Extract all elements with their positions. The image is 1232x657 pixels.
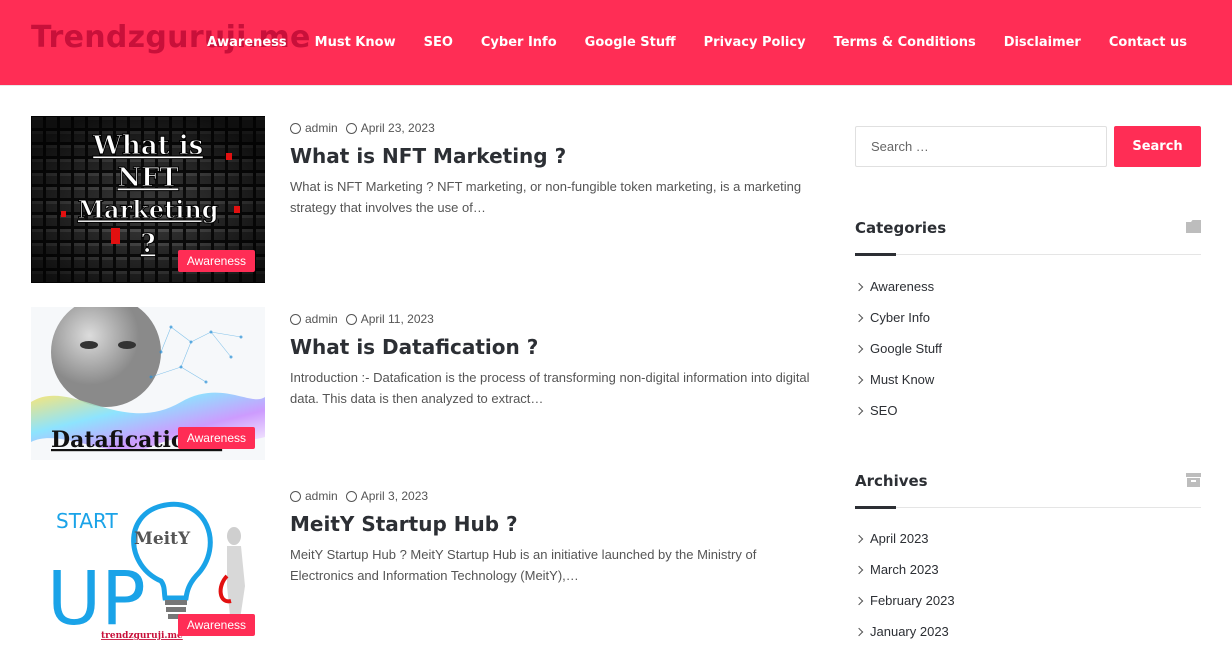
- nav-item-must-know[interactable]: Must Know: [315, 35, 396, 50]
- widget-divider: [855, 507, 1201, 508]
- archives-list: April 2023 March 2023 February 2023 Janu…: [854, 523, 955, 647]
- post-author[interactable]: admin: [305, 489, 338, 503]
- thumb-text-meity: MeitY: [134, 529, 191, 549]
- post-card: Datafication ? Awareness admin April 11,…: [31, 307, 811, 461]
- categories-list: Awareness Cyber Info Google Stuff Must K…: [854, 271, 942, 426]
- post-meta: admin April 23, 2023: [290, 121, 435, 135]
- nav-item-cyber-info[interactable]: Cyber Info: [481, 35, 557, 50]
- nav-item-google-stuff[interactable]: Google Stuff: [585, 35, 676, 50]
- search-input[interactable]: [855, 126, 1107, 167]
- site-header: Trendzguruji.me Awareness Must Know SEO …: [0, 0, 1232, 86]
- thumb-text-what-is: What is: [92, 131, 204, 161]
- widget-divider-accent: [855, 253, 896, 256]
- archives-widget-title: Archives: [855, 472, 928, 490]
- search-button[interactable]: Search: [1114, 126, 1201, 167]
- category-badge[interactable]: Awareness: [177, 614, 255, 636]
- post-meta: admin April 11, 2023: [290, 312, 434, 326]
- post-date: April 11, 2023: [360, 312, 434, 326]
- post-excerpt: MeitY Startup Hub ? MeitY Startup Hub is…: [290, 547, 757, 583]
- category-link[interactable]: Cyber Info: [854, 302, 942, 333]
- categories-widget-title: Categories: [855, 219, 947, 237]
- post-card: What is NFT Marketing ? Awareness admin …: [31, 116, 811, 284]
- post-author[interactable]: admin: [305, 312, 338, 326]
- thumb-text-watermark: trendzguruji.me: [101, 631, 183, 641]
- thumb-text-question: ?: [140, 229, 155, 259]
- archive-icon: [1186, 473, 1201, 487]
- clock-icon: [345, 313, 357, 325]
- nav-item-awareness[interactable]: Awareness: [207, 35, 287, 50]
- nav-item-privacy-policy[interactable]: Privacy Policy: [704, 35, 806, 50]
- post-card: START UP MeitY trendzguruji.me Awareness…: [31, 486, 811, 646]
- nav-item-disclaimer[interactable]: Disclaimer: [1004, 35, 1081, 50]
- clock-icon: [345, 490, 357, 502]
- category-link[interactable]: Must Know: [854, 364, 942, 395]
- chevron-right-icon: [854, 344, 864, 353]
- chevron-right-icon: [854, 282, 864, 291]
- chevron-right-icon: [854, 375, 864, 384]
- post-thumbnail[interactable]: What is NFT Marketing ? Awareness: [31, 116, 265, 283]
- post-date: April 23, 2023: [360, 121, 435, 135]
- category-link[interactable]: Awareness: [854, 271, 942, 302]
- chevron-right-icon: [854, 596, 864, 605]
- nav-item-contact-us[interactable]: Contact us: [1109, 35, 1187, 50]
- widget-divider-accent: [855, 506, 896, 509]
- post-title[interactable]: What is Datafication ?: [290, 335, 538, 359]
- folder-icon: [1186, 220, 1201, 233]
- post-excerpt: Introduction :- Datafication is the proc…: [290, 370, 810, 406]
- chevron-right-icon: [854, 313, 864, 322]
- chevron-right-icon: [854, 565, 864, 574]
- category-link[interactable]: Google Stuff: [854, 333, 942, 364]
- category-badge[interactable]: Awareness: [177, 427, 255, 449]
- main-nav: Awareness Must Know SEO Cyber Info Googl…: [179, 0, 1187, 84]
- user-icon: [290, 313, 301, 325]
- archive-link[interactable]: February 2023: [854, 585, 955, 616]
- post-title[interactable]: What is NFT Marketing ?: [290, 144, 566, 168]
- category-link[interactable]: SEO: [854, 395, 942, 426]
- archive-link[interactable]: April 2023: [854, 523, 955, 554]
- widget-divider: [855, 254, 1201, 255]
- archive-link[interactable]: January 2023: [854, 616, 955, 647]
- nav-item-terms[interactable]: Terms & Conditions: [834, 35, 976, 50]
- thumb-text-nft: NFT: [117, 163, 179, 193]
- post-date: April 3, 2023: [360, 489, 429, 503]
- user-icon: [290, 490, 301, 502]
- post-author[interactable]: admin: [305, 121, 338, 135]
- category-badge[interactable]: Awareness: [177, 250, 255, 272]
- chevron-right-icon: [854, 534, 864, 543]
- nav-item-seo[interactable]: SEO: [424, 35, 453, 50]
- user-icon: [290, 122, 301, 134]
- post-thumbnail[interactable]: Datafication ? Awareness: [31, 307, 265, 460]
- thumb-text-up: UP: [47, 556, 146, 642]
- post-title[interactable]: MeitY Startup Hub ?: [290, 512, 518, 536]
- post-thumbnail[interactable]: START UP MeitY trendzguruji.me Awareness: [31, 486, 265, 646]
- chevron-right-icon: [854, 627, 864, 636]
- post-excerpt: What is NFT Marketing ? NFT marketing, o…: [290, 179, 802, 215]
- chevron-right-icon: [854, 406, 864, 415]
- thumb-text-start: START: [56, 509, 118, 533]
- thumb-text-marketing: Marketing: [77, 195, 218, 224]
- clock-icon: [345, 122, 357, 134]
- archive-link[interactable]: March 2023: [854, 554, 955, 585]
- post-meta: admin April 3, 2023: [290, 489, 428, 503]
